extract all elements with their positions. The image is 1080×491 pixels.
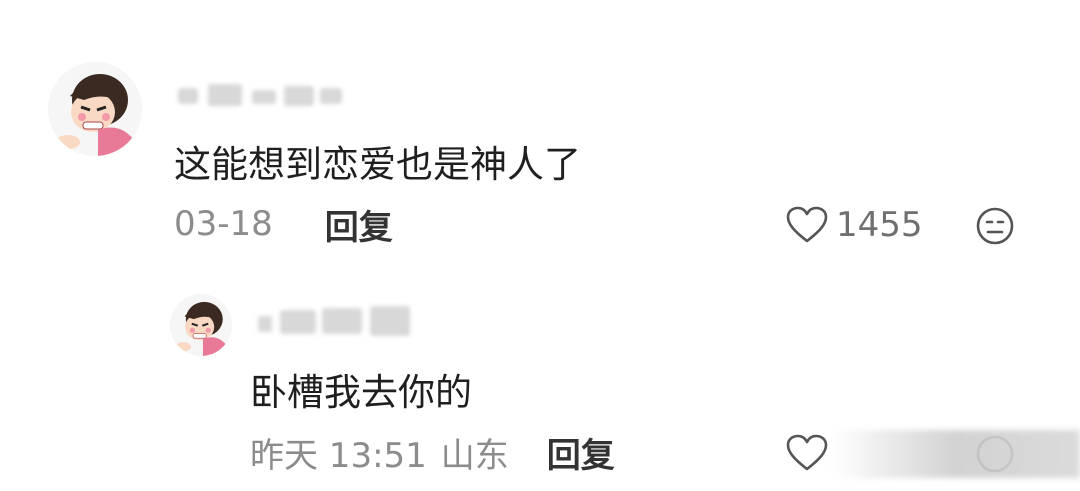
reply-button[interactable]: 回复 — [547, 428, 615, 477]
avatar-icon — [48, 62, 142, 156]
comment-meta: 03-18 回复 — [174, 200, 393, 249]
avatar-icon — [170, 294, 232, 356]
username[interactable] — [178, 80, 348, 108]
avatar[interactable] — [48, 62, 142, 156]
comment-text: 卧槽我去你的 — [250, 371, 472, 414]
comment-meta: 昨天 13:51 山东 回复 — [250, 428, 615, 477]
like-button[interactable] — [786, 431, 836, 475]
dislike-face-icon[interactable] — [975, 206, 1015, 246]
comment-date: 03-18 — [174, 204, 273, 244]
comment-date: 昨天 13:51 — [250, 435, 427, 476]
heart-icon — [786, 434, 828, 471]
like-button[interactable]: 1455 — [786, 203, 923, 247]
avatar[interactable] — [170, 294, 232, 356]
like-count: 1455 — [836, 205, 923, 245]
censor-overlay — [832, 430, 1080, 478]
comment-text: 这能想到恋爱也是神人了 — [174, 143, 581, 186]
username[interactable] — [258, 306, 418, 336]
comment-location: 山东 — [440, 435, 509, 476]
heart-icon — [786, 206, 828, 243]
reply-button[interactable]: 回复 — [325, 200, 393, 249]
